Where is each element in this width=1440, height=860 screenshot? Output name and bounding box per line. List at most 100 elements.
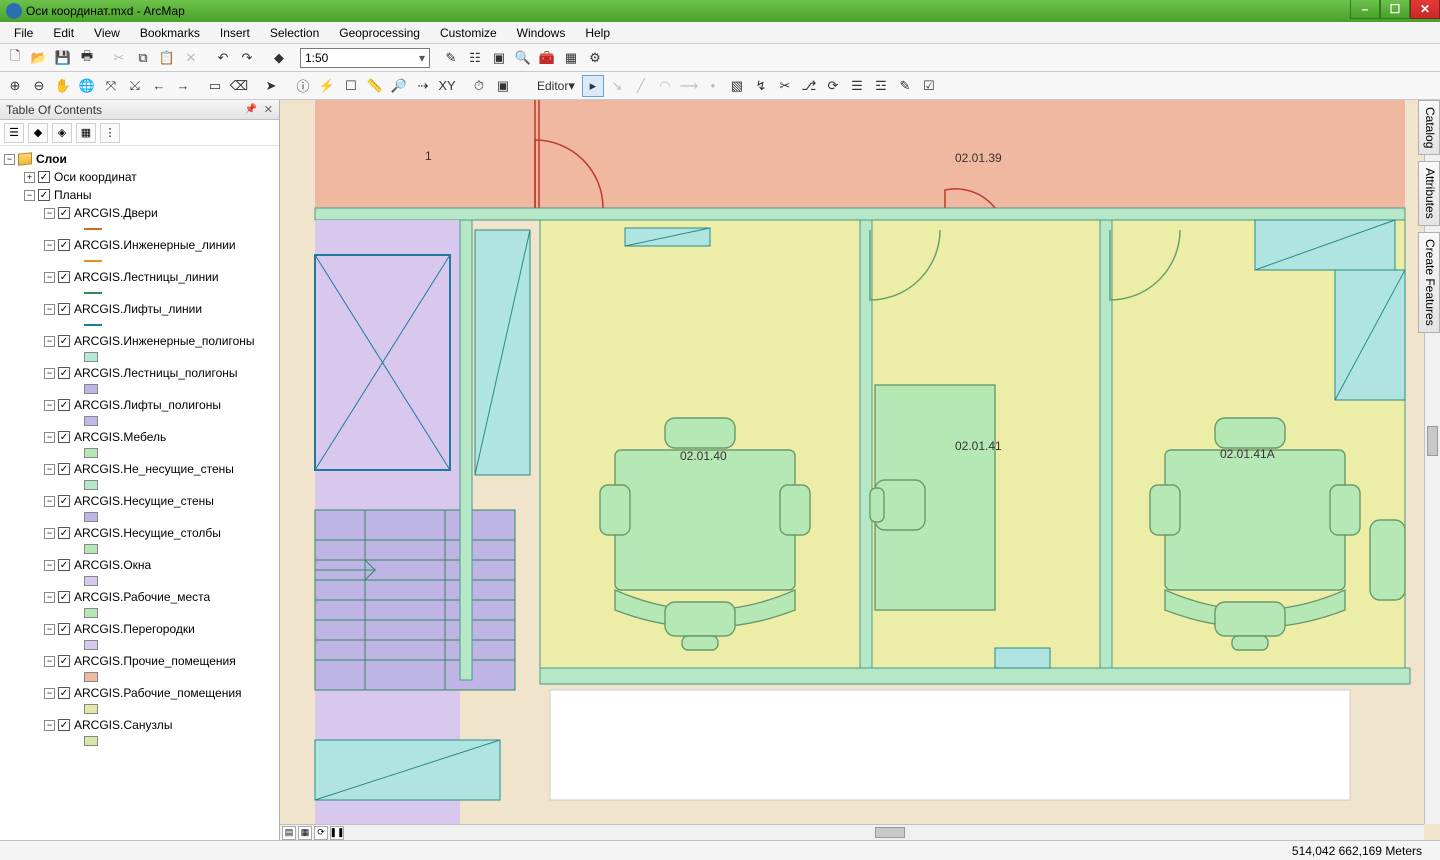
horizontal-scrollbar[interactable]: ▤ ▦ ⟳ ❚❚ xyxy=(280,824,1424,840)
layer-name[interactable]: ARCGIS.Лестницы_полигоны xyxy=(74,366,238,380)
layer-name[interactable]: ARCGIS.Инженерные_линии xyxy=(74,238,236,252)
expander-icon[interactable]: − xyxy=(44,464,55,475)
menu-selection[interactable]: Selection xyxy=(260,24,329,42)
checkbox[interactable]: ✓ xyxy=(58,495,70,507)
goto-xy-icon[interactable]: XY xyxy=(436,75,458,97)
cut-polygons-icon[interactable]: ✂ xyxy=(774,75,796,97)
layer-name[interactable]: ARCGIS.Рабочие_помещения xyxy=(74,686,242,700)
layer-row[interactable]: − ✓ ARCGIS.Лифты_полигоны xyxy=(2,396,277,414)
save-icon[interactable]: 💾 xyxy=(52,47,74,69)
layout-view-icon[interactable]: ▦ xyxy=(298,826,312,840)
split-icon[interactable]: ⎇ xyxy=(798,75,820,97)
expander-icon[interactable]: − xyxy=(44,240,55,251)
table-icon[interactable]: ☷ xyxy=(464,47,486,69)
menu-insert[interactable]: Insert xyxy=(210,24,260,42)
checkbox[interactable]: ✓ xyxy=(58,527,70,539)
tab-attributes[interactable]: Attributes xyxy=(1418,161,1440,226)
create-viewer-icon[interactable]: ▣ xyxy=(492,75,514,97)
layer-name[interactable]: ARCGIS.Перегородки xyxy=(74,622,195,636)
editor-toolbar-icon[interactable]: ✎ xyxy=(440,47,462,69)
menu-edit[interactable]: Edit xyxy=(43,24,84,42)
clear-selection-icon[interactable]: ⌫ xyxy=(228,75,250,97)
layer-name[interactable]: ARCGIS.Несущие_столбы xyxy=(74,526,221,540)
identify-icon[interactable]: ⓘ xyxy=(292,75,314,97)
expander-icon[interactable]: − xyxy=(44,400,55,411)
expander-icon[interactable]: − xyxy=(44,560,55,571)
create-features-icon[interactable]: ✎ xyxy=(894,75,916,97)
expander-icon[interactable]: − xyxy=(44,624,55,635)
checkbox[interactable]: ✓ xyxy=(58,719,70,731)
fixed-zoomout-icon[interactable]: ⤩ xyxy=(124,75,146,97)
checkbox[interactable]: ✓ xyxy=(58,655,70,667)
tab-catalog[interactable]: Catalog xyxy=(1418,100,1440,155)
new-icon[interactable]: 🗋 xyxy=(4,47,26,69)
data-view-icon[interactable]: ▤ xyxy=(282,826,296,840)
checkbox[interactable]: ✓ xyxy=(38,171,50,183)
layer-row[interactable]: − ✓ ARCGIS.Рабочие_места xyxy=(2,588,277,606)
toc-root[interactable]: Слои xyxy=(36,152,67,166)
attributes-icon[interactable]: ☰ xyxy=(846,75,868,97)
layer-row[interactable]: − ✓ ARCGIS.Инженерные_полигоны xyxy=(2,332,277,350)
find-icon[interactable]: 🔎 xyxy=(388,75,410,97)
model-builder-icon[interactable]: ⚙ xyxy=(584,47,606,69)
layer-name[interactable]: ARCGIS.Несущие_стены xyxy=(74,494,214,508)
layer-row[interactable]: − ✓ ARCGIS.Несущие_столбы xyxy=(2,524,277,542)
expander-icon[interactable]: − xyxy=(44,688,55,699)
select-elements-icon[interactable]: ➤ xyxy=(260,75,282,97)
layer-name[interactable]: ARCGIS.Инженерные_полигоны xyxy=(74,334,255,348)
checkbox[interactable]: ✓ xyxy=(58,271,70,283)
options-icon[interactable]: ☑ xyxy=(918,75,940,97)
scale-selector[interactable]: 1:50 xyxy=(300,48,430,68)
layer-name[interactable]: ARCGIS.Прочие_помещения xyxy=(74,654,236,668)
layer-name[interactable]: ARCGIS.Мебель xyxy=(74,430,166,444)
layer-name[interactable]: ARCGIS.Санузлы xyxy=(74,718,172,732)
scroll-thumb[interactable] xyxy=(875,827,905,838)
expander-icon[interactable]: − xyxy=(44,528,55,539)
list-by-selection-icon[interactable]: ▦ xyxy=(76,123,96,143)
checkbox[interactable]: ✓ xyxy=(58,559,70,571)
expander-icon[interactable]: − xyxy=(44,208,55,219)
layer-group[interactable]: Планы xyxy=(54,188,92,202)
add-data-icon[interactable]: ◆ xyxy=(268,47,290,69)
checkbox[interactable]: ✓ xyxy=(58,303,70,315)
layer-name[interactable]: ARCGIS.Лифты_линии xyxy=(74,302,202,316)
options-icon[interactable]: ⋮ xyxy=(100,123,120,143)
menu-geoprocessing[interactable]: Geoprocessing xyxy=(329,24,430,42)
expander-icon[interactable]: − xyxy=(24,190,35,201)
layer-name[interactable]: ARCGIS.Лифты_полигоны xyxy=(74,398,221,412)
layer-row[interactable]: − ✓ ARCGIS.Инженерные_линии xyxy=(2,236,277,254)
time-slider-icon[interactable]: ⏱ xyxy=(468,75,490,97)
catalog-icon[interactable]: ▣ xyxy=(488,47,510,69)
expander-icon[interactable]: − xyxy=(44,496,55,507)
layer-name[interactable]: ARCGIS.Лестницы_линии xyxy=(74,270,219,284)
list-by-visibility-icon[interactable]: ◈ xyxy=(52,123,72,143)
layer-row[interactable]: − ✓ ARCGIS.Окна xyxy=(2,556,277,574)
layer-row[interactable]: − ✓ ARCGIS.Перегородки xyxy=(2,620,277,638)
select-features-icon[interactable]: ▭ xyxy=(204,75,226,97)
measure-icon[interactable]: 📏 xyxy=(364,75,386,97)
trace-icon[interactable]: ⟿ xyxy=(678,75,700,97)
layer-name[interactable]: ARCGIS.Двери xyxy=(74,206,158,220)
copy-icon[interactable]: ⧉ xyxy=(132,47,154,69)
python-icon[interactable]: ▦ xyxy=(560,47,582,69)
print-icon[interactable]: 🖶 xyxy=(76,47,98,69)
zoomin-icon[interactable]: ⊕ xyxy=(4,75,26,97)
layer-name[interactable]: ARCGIS.Рабочие_места xyxy=(74,590,210,604)
html-popup-icon[interactable]: ☐ xyxy=(340,75,362,97)
checkbox[interactable]: ✓ xyxy=(58,591,70,603)
scroll-thumb[interactable] xyxy=(1427,426,1438,456)
layer-row[interactable]: − ✓ ARCGIS.Прочие_помещения xyxy=(2,652,277,670)
close-button[interactable]: ✕ xyxy=(1410,0,1440,19)
forward-icon[interactable]: → xyxy=(172,75,194,97)
pan-icon[interactable]: ✋ xyxy=(52,75,74,97)
back-icon[interactable]: ← xyxy=(148,75,170,97)
layer-row[interactable]: − ✓ ARCGIS.Мебель xyxy=(2,428,277,446)
menu-bookmarks[interactable]: Bookmarks xyxy=(130,24,210,42)
search-icon[interactable]: 🔍 xyxy=(512,47,534,69)
expander-icon[interactable]: − xyxy=(44,432,55,443)
hyperlink-icon[interactable]: ⚡ xyxy=(316,75,338,97)
layer-axes[interactable]: Оси координат xyxy=(54,170,137,184)
map-canvas[interactable]: 1 02.01.39 02.01.40 02.01.41 02.01.41A xyxy=(280,100,1440,840)
expander-icon[interactable]: − xyxy=(44,656,55,667)
checkbox[interactable]: ✓ xyxy=(58,335,70,347)
